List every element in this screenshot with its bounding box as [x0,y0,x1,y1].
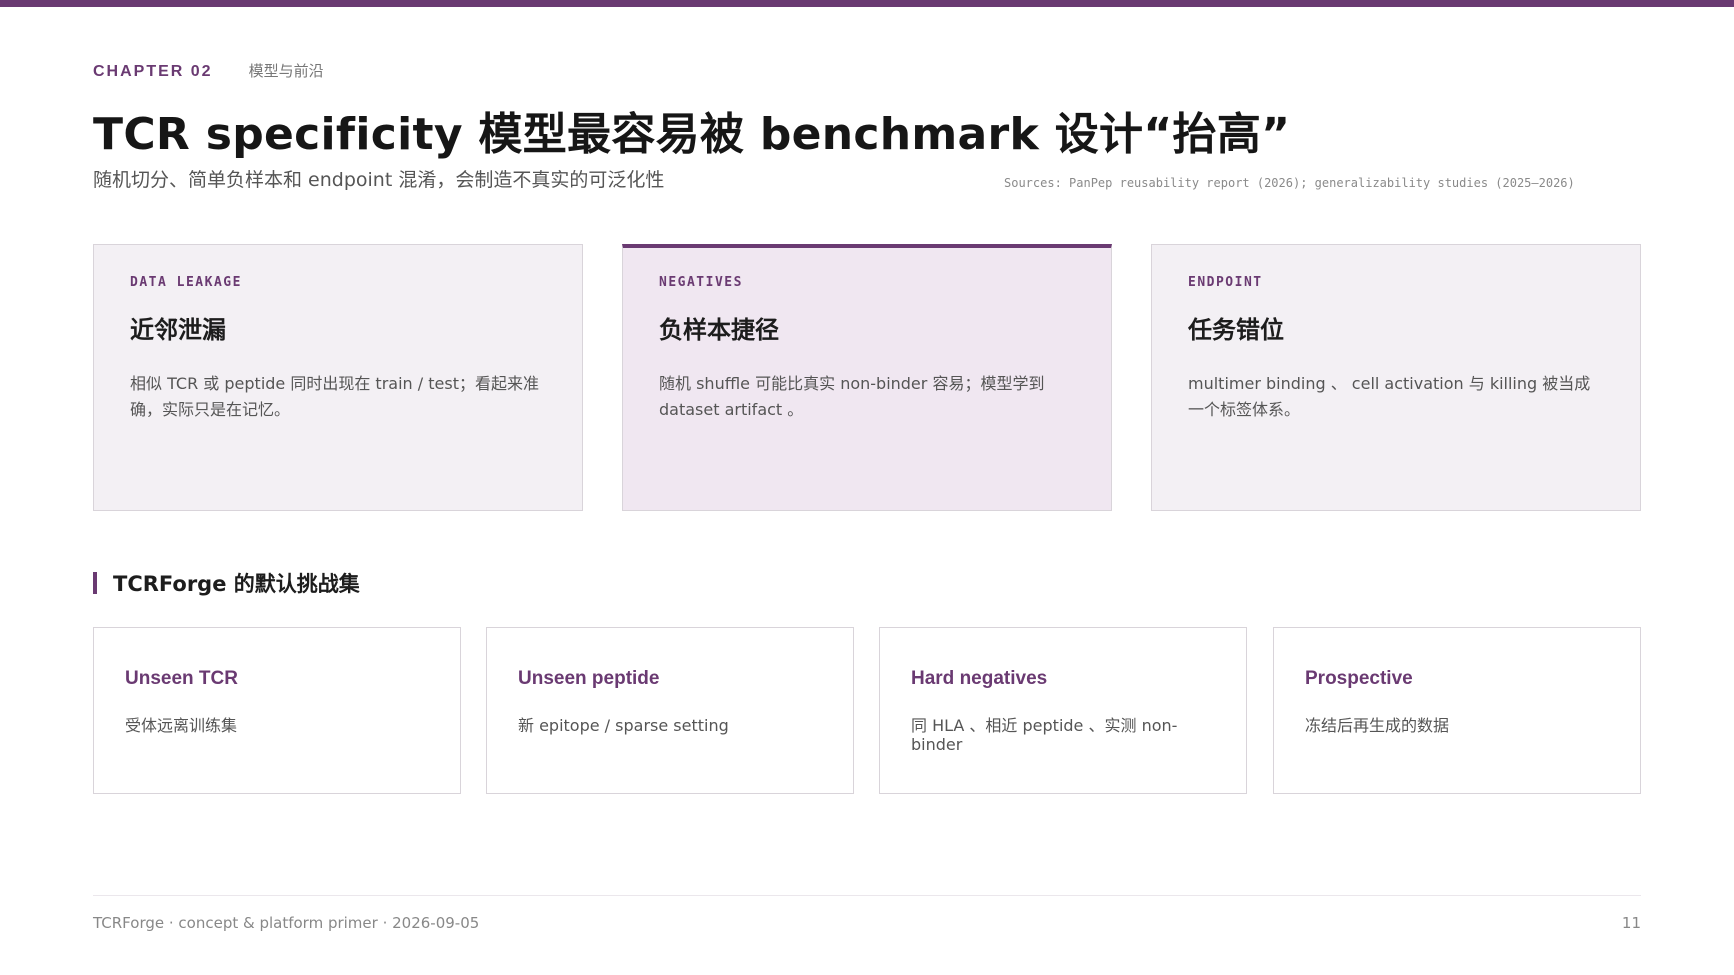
sources-note: Sources: PanPep reusability report (2026… [1004,176,1575,190]
top-accent-bar [0,0,1734,7]
slide-subtitle: 随机切分、简单负样本和 endpoint 混淆，会制造不真实的可泛化性 [93,169,665,191]
section-title: TCRForge 的默认挑战集 [113,572,360,596]
chapter-label: CHAPTER 02 [93,63,213,80]
card-body: multimer binding 、 cell activation 与 kil… [1188,374,1591,419]
challenge-prospective: Prospective 冻结后再生成的数据 [1273,627,1641,794]
card-tag: DATA LEAKAGE [130,275,242,290]
card-title: 近邻泄漏 [130,316,226,344]
challenge-desc: 新 epitope / sparse setting [518,716,729,735]
challenge-title: Hard negatives [911,668,1048,689]
chapter-subtitle: 模型与前沿 [248,62,324,80]
card-data-leakage: DATA LEAKAGE 近邻泄漏 相似 TCR 或 peptide 同时出现在… [93,244,583,511]
challenge-desc: 冻结后再生成的数据 [1305,716,1450,735]
chapter-header: CHAPTER 02 模型与前沿 [93,60,324,81]
challenge-desc: 受体远离训练集 [125,716,238,735]
challenge-title: Unseen TCR [125,668,238,689]
challenge-hard-negatives: Hard negatives 同 HLA 、相近 peptide 、实测 non… [879,627,1247,794]
challenge-title: Unseen peptide [518,668,660,689]
challenge-desc: 同 HLA 、相近 peptide 、实测 non-binder [911,716,1178,754]
card-endpoint: ENDPOINT 任务错位 multimer binding 、 cell ac… [1151,244,1641,511]
card-title: 负样本捷径 [659,316,779,344]
challenge-unseen-tcr: Unseen TCR 受体远离训练集 [93,627,461,794]
card-negatives: NEGATIVES 负样本捷径 随机 shuffle 可能比真实 non-bin… [622,244,1112,511]
card-title: 任务错位 [1188,316,1284,344]
footer-text: TCRForge · concept & platform primer · 2… [93,914,480,932]
footer-divider [93,895,1641,896]
challenge-title: Prospective [1305,668,1413,689]
challenge-unseen-peptide: Unseen peptide 新 epitope / sparse settin… [486,627,854,794]
slide-title: TCR specificity 模型最容易被 benchmark 设计“抬高” [93,109,1291,160]
card-body: 相似 TCR 或 peptide 同时出现在 train / test；看起来准… [130,374,539,419]
card-body: 随机 shuffle 可能比真实 non-binder 容易；模型学到 data… [659,374,1045,419]
card-tag: ENDPOINT [1188,275,1263,290]
page-number: 11 [1621,914,1641,932]
section-accent-bar [93,572,97,594]
card-tag: NEGATIVES [659,275,743,290]
section-heading: TCRForge 的默认挑战集 [93,572,360,596]
